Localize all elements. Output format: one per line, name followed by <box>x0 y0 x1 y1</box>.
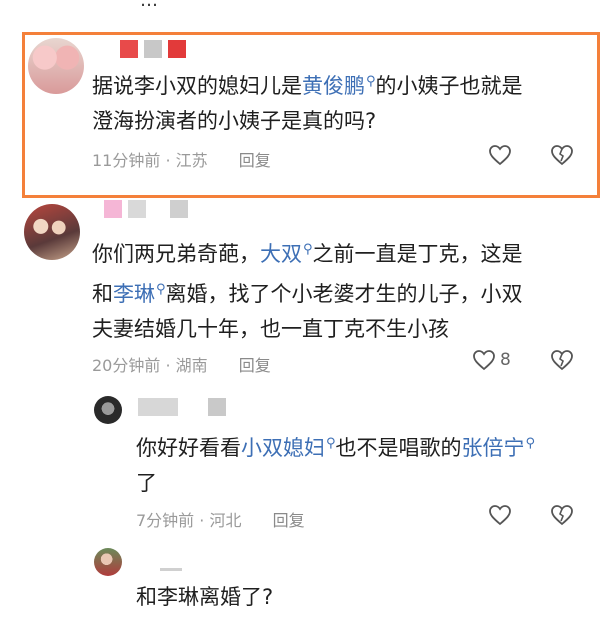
broken-heart-icon <box>551 145 573 166</box>
comment-meta: 7分钟前 · 河北 回复 <box>136 511 305 530</box>
avatar[interactable] <box>24 204 80 260</box>
location: 湖南 <box>175 356 208 375</box>
dislike-button[interactable] <box>550 144 574 166</box>
comment-meta: 11分钟前 · 江苏 回复 <box>92 151 271 170</box>
search-icon[interactable]: ⚲ <box>526 436 536 451</box>
reply-button[interactable]: 回复 <box>239 151 271 170</box>
search-icon[interactable]: ⚲ <box>366 74 376 89</box>
comment-meta: 20分钟前 · 湖南 回复 <box>92 356 271 375</box>
dislike-button[interactable] <box>550 349 574 371</box>
comment-text: 和李琳离婚了? <box>136 585 274 609</box>
like-button[interactable] <box>488 504 512 526</box>
timestamp: 11分钟前 <box>92 151 161 170</box>
username-redacted[interactable] <box>120 40 186 58</box>
username-redacted[interactable] <box>104 200 188 218</box>
location: 江苏 <box>175 151 208 170</box>
reply-button[interactable]: 回复 <box>273 511 305 530</box>
topic-link[interactable]: 张倍宁 <box>462 436 525 460</box>
like-count: 8 <box>500 350 511 370</box>
top-fragment: … <box>140 0 158 11</box>
username-redacted[interactable] <box>160 568 182 571</box>
comment-text: 据说李小双的媳妇儿是黄俊鹏⚲的小姨子也就是 澄海扮演者的小姨子是真的吗? <box>92 74 523 133</box>
search-icon[interactable]: ⚲ <box>303 242 313 257</box>
broken-heart-icon <box>551 505 573 526</box>
heart-icon <box>473 350 495 371</box>
dislike-button[interactable] <box>550 504 574 526</box>
avatar[interactable] <box>94 548 122 576</box>
timestamp: 20分钟前 <box>92 356 161 375</box>
comment-text: 你好好看看小双媳妇⚲也不是唱歌的张倍宁⚲ 了 <box>136 436 536 495</box>
like-button[interactable]: 8 <box>472 349 511 371</box>
avatar[interactable] <box>28 38 84 94</box>
topic-link[interactable]: 小双媳妇 <box>241 436 325 460</box>
search-icon[interactable]: ⚲ <box>326 436 336 451</box>
reply-button[interactable]: 回复 <box>239 356 271 375</box>
topic-link[interactable]: 李琳 <box>113 282 155 306</box>
username-redacted[interactable] <box>138 398 226 416</box>
search-icon[interactable]: ⚲ <box>156 282 166 297</box>
avatar[interactable] <box>94 396 122 424</box>
location: 河北 <box>209 511 242 530</box>
heart-icon <box>489 145 511 166</box>
topic-link[interactable]: 黄俊鹏 <box>302 74 365 98</box>
timestamp: 7分钟前 <box>136 511 195 530</box>
like-button[interactable] <box>488 144 512 166</box>
heart-icon <box>489 505 511 526</box>
broken-heart-icon <box>551 350 573 371</box>
comment-text: 你们两兄弟奇葩，大双⚲之前一直是丁克，这是 和李琳⚲离婚，找了个小老婆才生的儿子… <box>92 242 523 341</box>
topic-link[interactable]: 大双 <box>260 242 302 266</box>
